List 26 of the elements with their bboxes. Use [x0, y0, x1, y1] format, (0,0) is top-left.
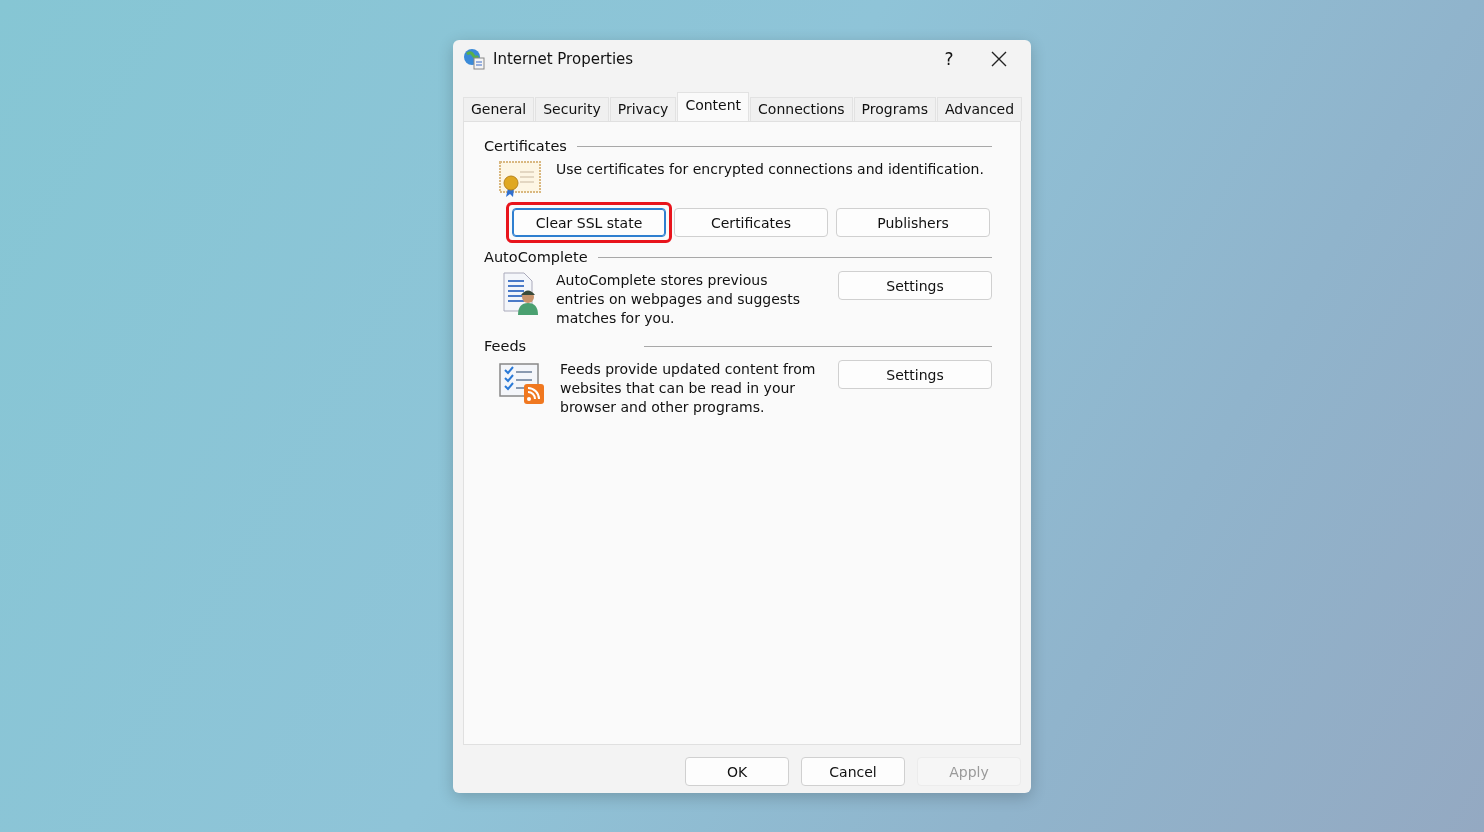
dialog-button[interactable]: Clear SSL state: [512, 208, 666, 237]
tab[interactable]: General: [463, 97, 535, 121]
globe-icon: [463, 48, 485, 70]
tab[interactable]: Content: [677, 92, 750, 121]
tab[interactable]: Security: [535, 97, 609, 121]
dialog-button[interactable]: Settings: [838, 360, 992, 389]
section-description: Feeds provide updated content from websites that can be read in your browser and other programs.: [560, 360, 817, 417]
section-description: AutoComplete stores previous entries on webpages and suggests matches for you.: [556, 271, 801, 328]
dialog-button[interactable]: Publishers: [836, 208, 990, 237]
tab[interactable]: Privacy: [609, 97, 677, 121]
section-heading: Feeds: [484, 338, 527, 354]
help-button[interactable]: ?: [929, 48, 969, 70]
section-description: Use certificates for encrypted connections and identification.: [556, 160, 984, 179]
tab[interactable]: Programs: [853, 97, 936, 121]
tab[interactable]: Advanced: [936, 97, 1023, 121]
dialog-button[interactable]: Cancel: [801, 757, 905, 786]
certificate-icon: [498, 160, 542, 198]
section-heading: AutoComplete: [484, 249, 588, 265]
dialog-button[interactable]: Certificates: [674, 208, 828, 237]
close-icon: [991, 51, 1007, 67]
section-heading: Certificates: [484, 138, 567, 154]
feed-list-icon: [498, 360, 546, 406]
tab[interactable]: Connections: [750, 97, 853, 121]
dialog-button[interactable]: OK: [685, 757, 789, 786]
window-title: Internet Properties: [493, 50, 635, 68]
dialog-button[interactable]: Settings: [838, 271, 992, 300]
